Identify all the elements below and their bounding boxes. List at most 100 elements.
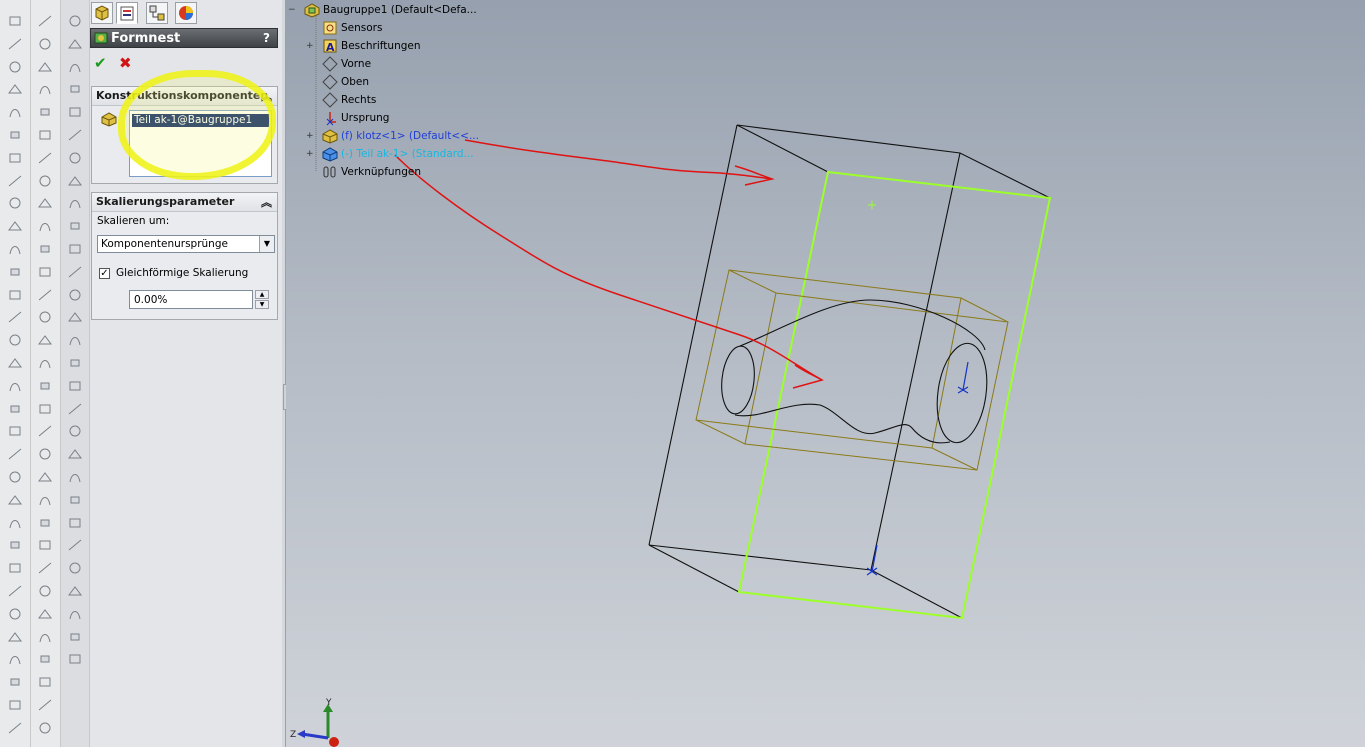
point-icon[interactable] <box>7 196 23 210</box>
line-icon[interactable] <box>37 356 53 370</box>
pattern-icon[interactable] <box>67 174 83 188</box>
rebuild-icon[interactable] <box>37 630 53 644</box>
assembly-icon[interactable] <box>7 675 23 689</box>
point-icon[interactable] <box>7 538 23 552</box>
uniform-scaling-checkbox[interactable]: ✓ <box>99 268 110 279</box>
rectangle-icon[interactable] <box>7 105 23 119</box>
rebuild-icon[interactable] <box>7 698 23 712</box>
dimension-icon[interactable] <box>7 219 23 233</box>
spline-icon[interactable] <box>37 105 53 119</box>
extrude-icon[interactable] <box>7 402 23 416</box>
chamfer-icon[interactable] <box>7 265 23 279</box>
expand-icon[interactable]: + <box>306 42 314 51</box>
line-icon[interactable] <box>7 82 23 96</box>
point-icon[interactable] <box>37 470 53 484</box>
circle-icon[interactable] <box>7 470 23 484</box>
help-button[interactable]: ? <box>263 31 270 45</box>
dimension-icon[interactable] <box>67 424 83 438</box>
chamfer-icon[interactable] <box>37 538 53 552</box>
chevron-down-icon[interactable]: ▼ <box>259 236 274 252</box>
extrude-icon[interactable] <box>67 607 83 621</box>
line-icon[interactable] <box>37 698 53 712</box>
scaling-group-header[interactable]: Skalierungsparameter ︽ <box>92 193 277 212</box>
arc-icon[interactable] <box>67 14 83 28</box>
rebuild-icon[interactable] <box>7 356 23 370</box>
chamfer-icon[interactable] <box>7 607 23 621</box>
rebuild-icon[interactable] <box>67 219 83 233</box>
circle-icon[interactable] <box>37 60 53 74</box>
pattern-icon[interactable] <box>7 652 23 666</box>
arc-icon[interactable] <box>7 493 23 507</box>
sketch-icon[interactable] <box>37 310 53 324</box>
sketch-icon[interactable] <box>67 584 83 598</box>
rebuild-icon[interactable] <box>7 14 23 28</box>
rectangle-icon[interactable] <box>67 652 83 666</box>
collapse-root-icon[interactable]: − <box>288 6 296 15</box>
mirror-icon[interactable] <box>7 288 23 302</box>
rebuild-icon[interactable] <box>67 561 83 575</box>
arc-icon[interactable] <box>37 424 53 438</box>
fillet-icon[interactable] <box>7 584 23 598</box>
configuration-manager-tab[interactable] <box>146 2 168 24</box>
expand-icon[interactable]: + <box>306 150 314 159</box>
extrude-icon[interactable] <box>37 675 53 689</box>
circle-icon[interactable] <box>7 128 23 142</box>
point-icon[interactable] <box>37 128 53 142</box>
fillet-icon[interactable] <box>67 105 83 119</box>
spline-icon[interactable] <box>67 37 83 51</box>
assembly-icon[interactable] <box>37 265 53 279</box>
dimension-icon[interactable] <box>37 493 53 507</box>
extrude-icon[interactable] <box>37 333 53 347</box>
dimension-icon[interactable] <box>37 151 53 165</box>
rectangle-icon[interactable] <box>7 447 23 461</box>
extrude-icon[interactable] <box>67 265 83 279</box>
fillet-icon[interactable] <box>67 447 83 461</box>
point-icon[interactable] <box>67 60 83 74</box>
pattern-icon[interactable] <box>37 242 53 256</box>
assembly-icon[interactable] <box>67 196 83 210</box>
cancel-button[interactable]: ✖ <box>119 54 132 72</box>
mirror-icon[interactable] <box>67 151 83 165</box>
arc-icon[interactable] <box>7 151 23 165</box>
sketch-icon[interactable] <box>7 379 23 393</box>
feature-manager-tab[interactable] <box>91 2 113 24</box>
assembly-icon[interactable] <box>67 538 83 552</box>
sketch-icon[interactable] <box>7 721 23 735</box>
arc-icon[interactable] <box>67 356 83 370</box>
line-icon[interactable] <box>37 14 53 28</box>
spline-icon[interactable] <box>7 516 23 530</box>
rectangle-icon[interactable] <box>37 379 53 393</box>
sketch-icon[interactable] <box>37 652 53 666</box>
chamfer-icon[interactable] <box>67 470 83 484</box>
property-manager-tab[interactable] <box>116 2 138 24</box>
arc-icon[interactable] <box>37 82 53 96</box>
circle-icon[interactable] <box>37 402 53 416</box>
spline-icon[interactable] <box>37 447 53 461</box>
scale-percent-input[interactable]: 0.00% <box>129 290 253 309</box>
mirror-icon[interactable] <box>37 561 53 575</box>
point-icon[interactable] <box>67 402 83 416</box>
scale-about-dropdown[interactable]: Komponentenursprünge ▼ <box>97 235 275 253</box>
mirror-icon[interactable] <box>67 493 83 507</box>
fillet-icon[interactable] <box>37 516 53 530</box>
spline-icon[interactable] <box>67 379 83 393</box>
rectangle-icon[interactable] <box>67 310 83 324</box>
mirror-icon[interactable] <box>7 630 23 644</box>
fillet-icon[interactable] <box>37 174 53 188</box>
assembly-icon[interactable] <box>7 333 23 347</box>
ok-button[interactable]: ✔ <box>94 54 107 72</box>
sketch-icon[interactable] <box>7 37 23 51</box>
chamfer-icon[interactable] <box>37 196 53 210</box>
line-icon[interactable] <box>67 288 83 302</box>
rectangle-icon[interactable] <box>37 37 53 51</box>
mirror-icon[interactable] <box>37 219 53 233</box>
pattern-icon[interactable] <box>7 310 23 324</box>
dimension-icon[interactable] <box>67 82 83 96</box>
extrude-icon[interactable] <box>7 60 23 74</box>
rectangle-icon[interactable] <box>37 721 53 735</box>
circle-icon[interactable] <box>67 333 83 347</box>
pattern-icon[interactable] <box>67 516 83 530</box>
display-manager-tab[interactable] <box>175 2 197 24</box>
rebuild-icon[interactable] <box>37 288 53 302</box>
pattern-icon[interactable] <box>37 584 53 598</box>
